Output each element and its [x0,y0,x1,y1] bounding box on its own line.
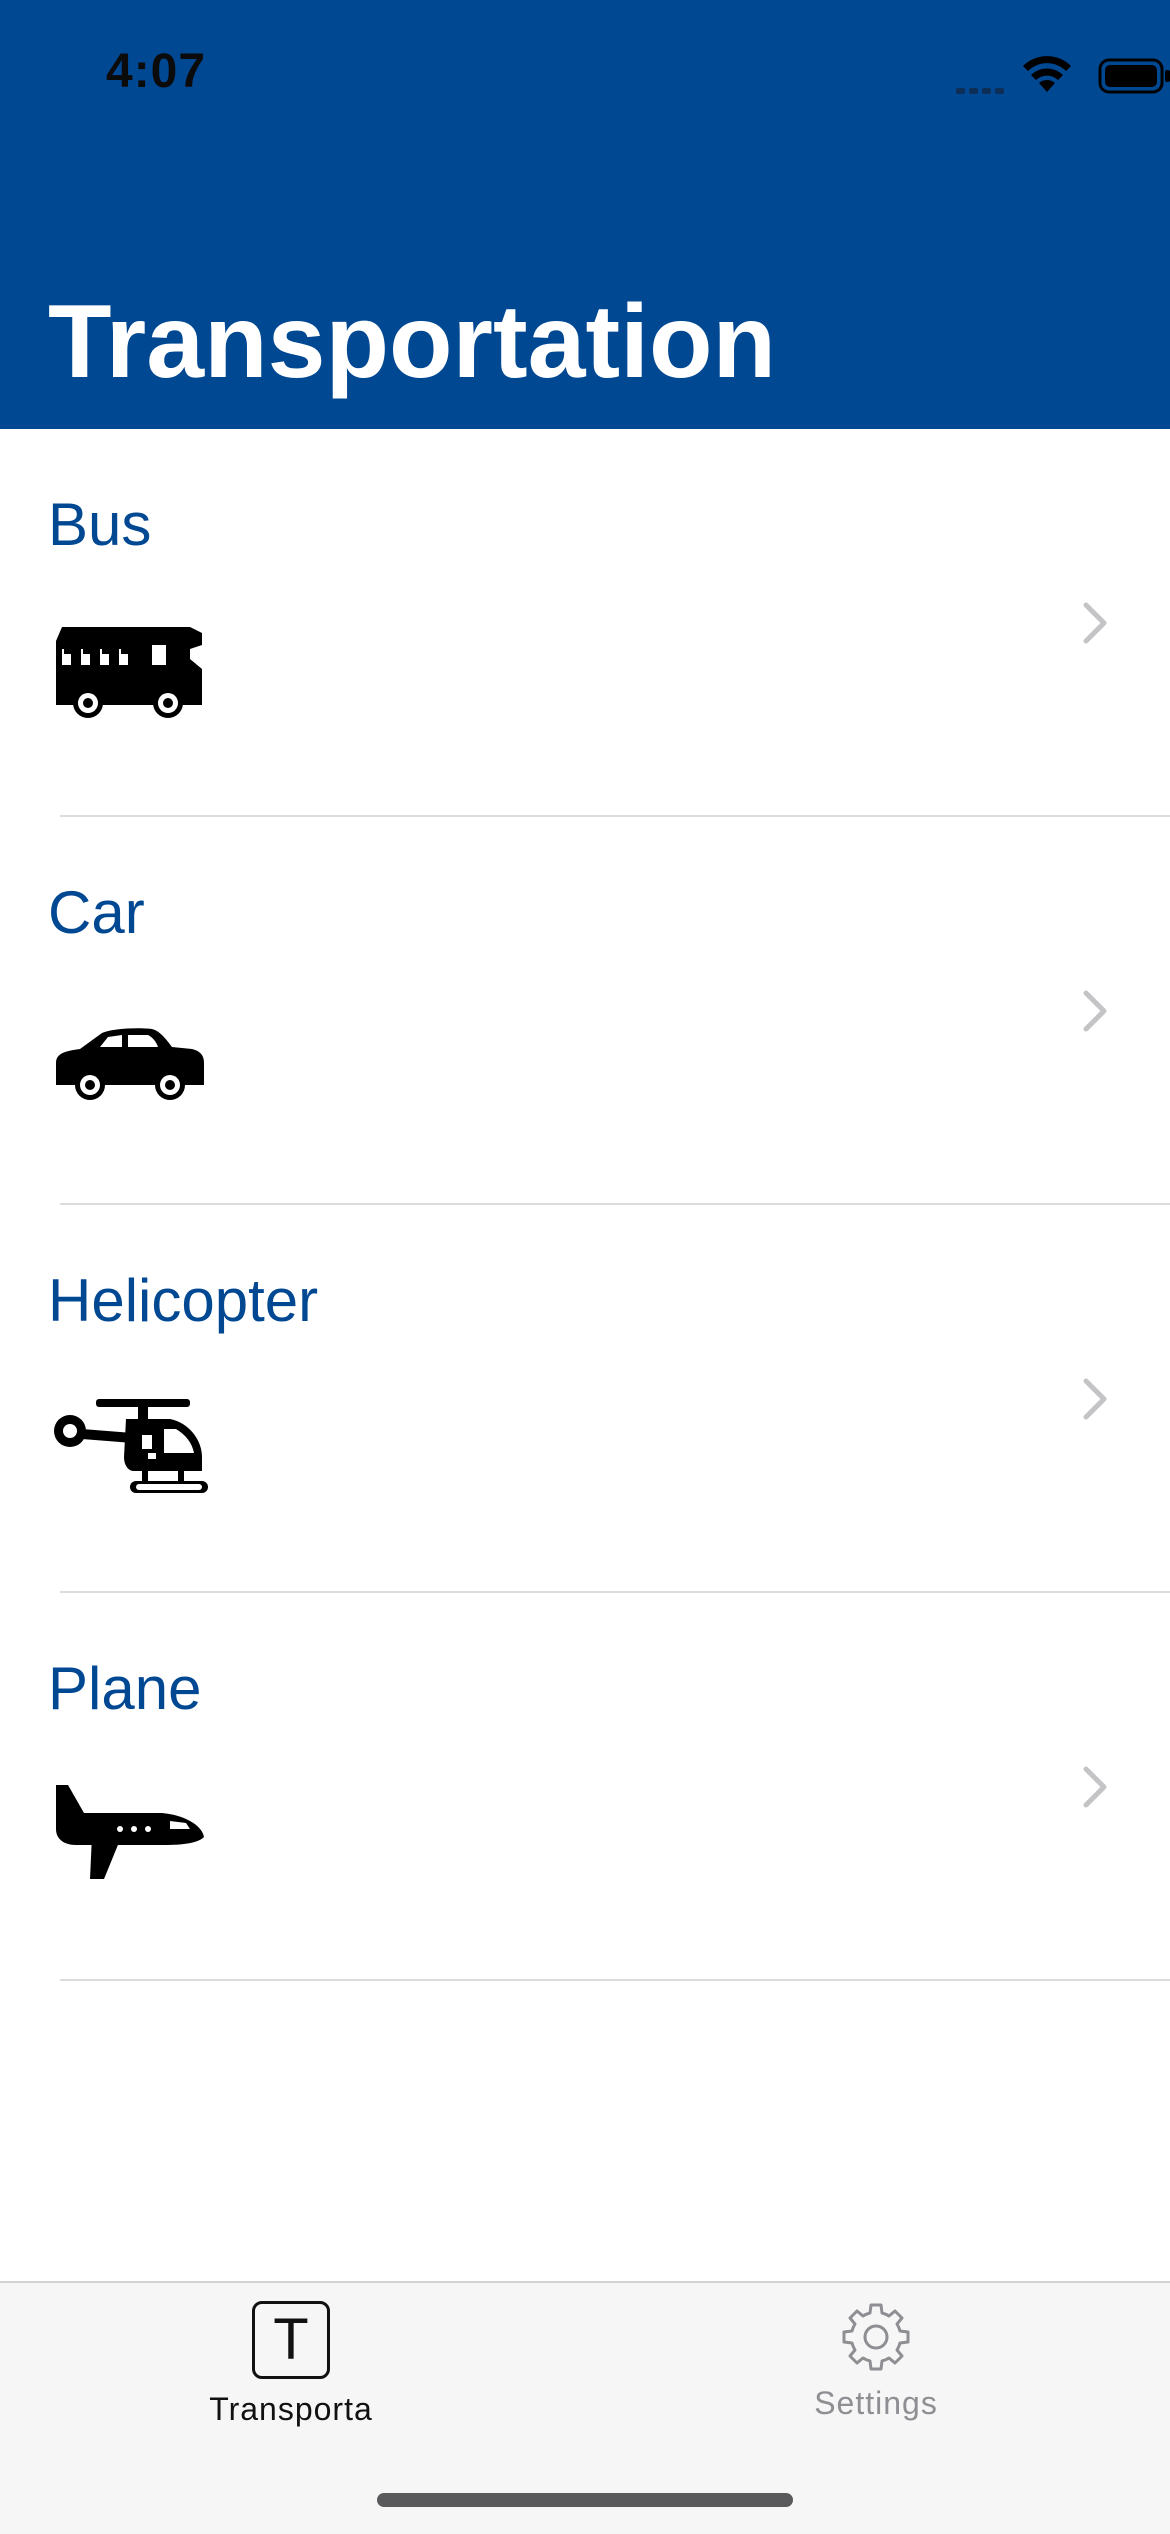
navigation-header: 4:07 Transportation [0,0,1170,429]
row-separator [60,1979,1170,1981]
list-item-helicopter[interactable]: Helicopter [0,1205,1170,1593]
list-item-label: Plane [48,1655,202,1722]
list-item-label: Bus [48,491,152,558]
cellular-signal-icon [956,88,1004,94]
status-time: 4:07 [106,45,207,98]
tab-transportation[interactable]: T Transporta [161,2301,421,2441]
tab-bar: T Transporta Settings [0,2281,1170,2534]
chevron-right-icon [1083,990,1107,1032]
gear-icon [842,2303,910,2371]
tab-label: Transporta [209,2391,373,2427]
transport-list: Bus Car Helicopter Plane [0,429,1170,1981]
list-item-label: Helicopter [48,1267,319,1334]
list-item-label: Car [48,879,145,946]
chevron-right-icon [1083,602,1107,644]
page-title: Transportation [48,284,777,400]
bus-icon [56,627,202,718]
chevron-right-icon [1083,1766,1107,1808]
battery-icon [1098,58,1170,94]
tab-label: Settings [814,2385,938,2421]
plane-icon [56,1785,204,1879]
car-icon [56,1028,204,1100]
list-item-bus[interactable]: Bus [0,429,1170,817]
list-item-plane[interactable]: Plane [0,1593,1170,1981]
list-item-car[interactable]: Car [0,817,1170,1205]
home-indicator[interactable] [377,2493,793,2507]
wifi-icon [1023,56,1071,92]
helicopter-icon [54,1399,208,1493]
letter-t-icon: T [252,2301,330,2379]
chevron-right-icon [1083,1378,1107,1420]
tab-settings[interactable]: Settings [746,2301,1006,2441]
